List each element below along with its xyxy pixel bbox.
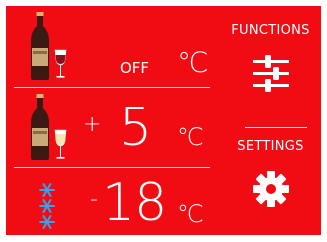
sliders-icon bbox=[252, 55, 289, 92]
zone-white-wine-sign: + bbox=[83, 112, 102, 137]
control-panel-screen: OFF ℃ + 5 ℃ - 18 ℃ FUNCTIONS SETTINGS bbox=[6, 6, 321, 235]
zone-freezer-unit: ℃ bbox=[177, 200, 204, 228]
zone-white-wine-temperature: 5 bbox=[119, 98, 152, 158]
red-wine-bottle-glass-icon bbox=[31, 12, 67, 80]
zone-freezer[interactable]: - 18 ℃ bbox=[6, 168, 204, 235]
zone-freezer-temperature: 18 bbox=[102, 173, 167, 233]
white-wine-bottle-glass-icon bbox=[31, 94, 67, 160]
zone-white-wine-unit: ℃ bbox=[177, 123, 204, 151]
functions-button[interactable]: FUNCTIONS bbox=[220, 24, 321, 112]
menu-divider bbox=[245, 127, 307, 128]
gear-icon bbox=[252, 171, 289, 207]
zone-red-wine-state: OFF bbox=[120, 59, 150, 77]
zone-red-wine-unit: ℃ bbox=[177, 46, 209, 79]
snowflakes-icon bbox=[39, 183, 55, 229]
zone-red-wine[interactable]: OFF ℃ bbox=[6, 6, 208, 87]
settings-label: SETTINGS bbox=[237, 139, 304, 154]
zone-freezer-sign: - bbox=[90, 187, 98, 212]
functions-label: FUNCTIONS bbox=[231, 23, 310, 38]
settings-button[interactable]: SETTINGS bbox=[220, 140, 321, 230]
zone-white-wine[interactable]: + 5 ℃ bbox=[6, 88, 204, 167]
